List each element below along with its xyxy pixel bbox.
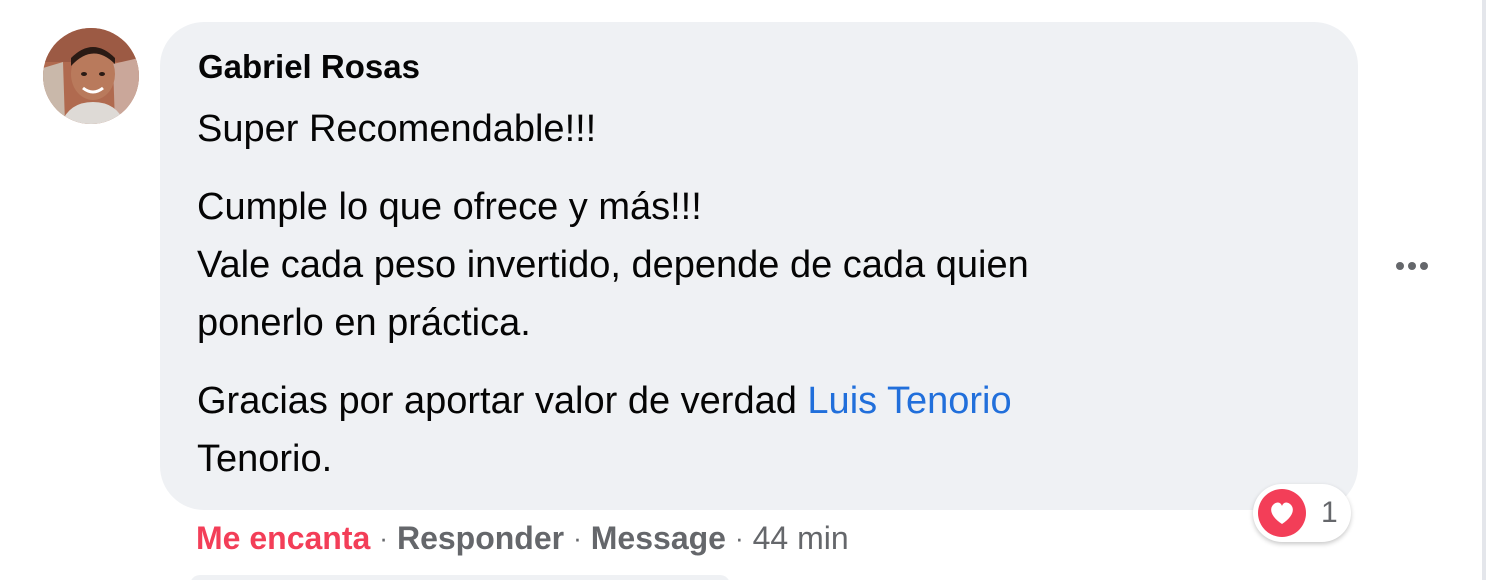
reaction-count: 1	[1321, 496, 1338, 529]
scrollbar-track[interactable]	[1482, 0, 1486, 580]
heart-icon	[1257, 488, 1307, 538]
separator: ·	[573, 522, 582, 553]
love-reaction-button[interactable]: Me encanta	[196, 520, 370, 557]
separator: ·	[379, 522, 388, 553]
reply-button[interactable]: Responder	[397, 520, 564, 557]
more-options-icon-dot	[1420, 262, 1428, 270]
comment-line-6: Tenorio.	[197, 438, 333, 480]
more-options-button[interactable]	[1390, 250, 1434, 282]
comment-timestamp[interactable]: 44 min	[753, 520, 849, 557]
next-comment-bubble	[190, 575, 730, 580]
mention-link[interactable]: Luis Tenorio	[807, 380, 1011, 422]
comment-view: Gabriel Rosas Super Recomendable!!! Cump…	[0, 0, 1486, 580]
avatar[interactable]	[43, 28, 139, 124]
more-options-icon-dot	[1408, 262, 1416, 270]
comment-author[interactable]: Gabriel Rosas	[198, 48, 420, 86]
message-button[interactable]: Message	[591, 520, 726, 557]
comment-line-5: Gracias por aportar valor de verdad Luis…	[197, 382, 1012, 420]
comment-line-3: Vale cada peso invertido, depende de cad…	[197, 244, 1029, 286]
avatar-photo	[43, 28, 139, 124]
comment-line-4: ponerlo en práctica.	[197, 302, 531, 344]
more-options-icon	[1396, 262, 1404, 270]
comment-line-2: Cumple lo que ofrece y más!!!	[197, 186, 702, 228]
comment-actions: Me encanta · Responder · Message · 44 mi…	[196, 518, 849, 558]
separator: ·	[734, 522, 744, 553]
comment-line-1: Super Recomendable!!!	[197, 108, 597, 150]
comment-bubble: Gabriel Rosas Super Recomendable!!! Cump…	[160, 22, 1358, 510]
comment-closing-text: Gracias por aportar valor de verdad	[197, 380, 808, 422]
reaction-summary[interactable]: 1	[1253, 484, 1351, 542]
